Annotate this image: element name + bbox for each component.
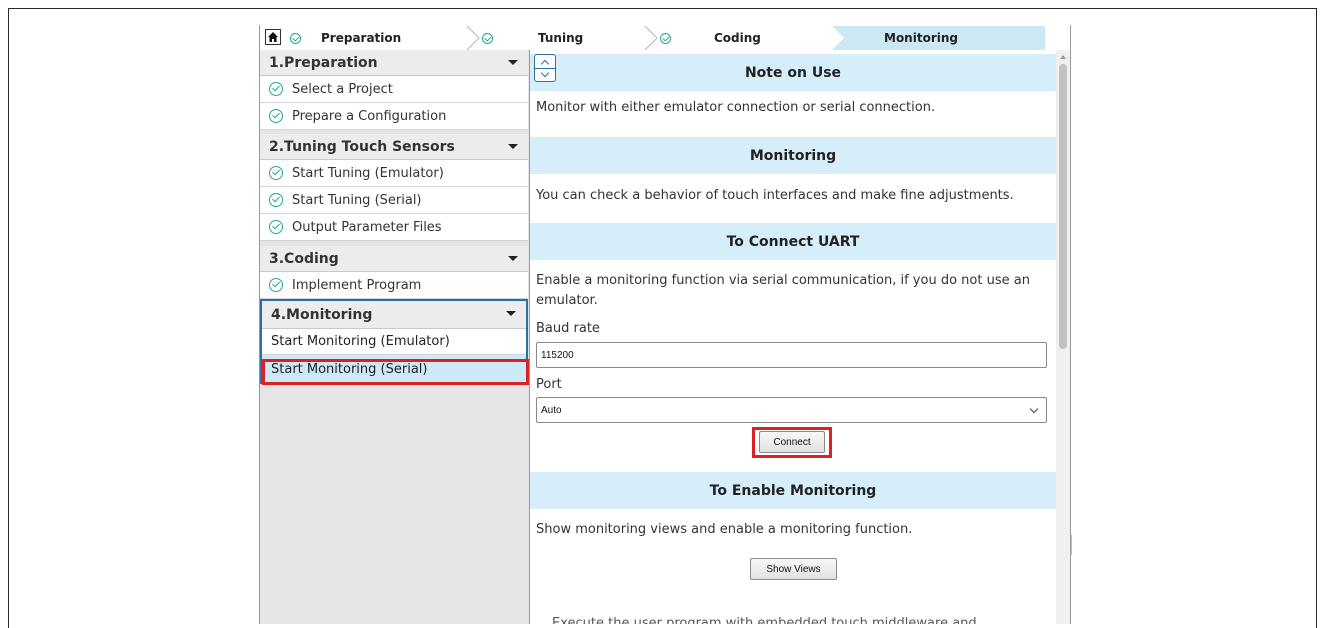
section-title: 4.Monitoring [271, 306, 373, 323]
section-heading: To Enable Monitoring [709, 482, 877, 499]
execute-text: Execute the user program with embedded t… [552, 616, 977, 624]
caret-down-icon [508, 256, 518, 261]
chevron-separator-icon [466, 26, 480, 50]
step-tuning[interactable]: Tuning [482, 26, 583, 50]
sidebar-item-label: Select a Project [292, 81, 393, 97]
section-header-tuning[interactable]: 2.Tuning Touch Sensors [260, 134, 528, 160]
check-circle-icon [269, 193, 283, 207]
sidebar-item-label: Output Parameter Files [292, 219, 442, 235]
connect-button[interactable]: Connect [759, 431, 825, 453]
scroll-up-arrow-icon[interactable] [1060, 55, 1066, 59]
enable-monitoring-header: To Enable Monitoring [530, 472, 1056, 509]
chevron-down-icon [540, 68, 550, 78]
check-circle-icon [269, 82, 283, 96]
check-icon [290, 32, 301, 44]
section-header-preparation[interactable]: 1.Preparation [260, 50, 528, 76]
port-label: Port [536, 377, 562, 392]
collapse-expand-button[interactable] [534, 54, 556, 82]
check-circle-icon [269, 278, 283, 292]
sidebar-item-label: Start Monitoring (Serial) [271, 361, 428, 377]
sidebar: 1.Preparation Select a Project Prepare a… [260, 50, 530, 624]
note-text: Monitor with either emulator connection … [536, 100, 936, 115]
uart-text: Enable a monitoring function via serial … [536, 273, 1030, 308]
home-button[interactable] [265, 29, 281, 45]
port-select-value: Auto [541, 404, 562, 416]
home-icon [268, 32, 278, 42]
check-circle-icon [269, 166, 283, 180]
step-coding[interactable]: Coding [660, 26, 761, 50]
step-label: Monitoring [884, 31, 958, 45]
sidebar-item-label: Prepare a Configuration [292, 108, 447, 124]
vertical-scrollbar[interactable] [1056, 50, 1070, 624]
sidebar-item-start-monitoring-emulator[interactable]: Start Monitoring (Emulator) [262, 329, 526, 355]
chevron-down-icon [1029, 404, 1039, 414]
sidebar-item-output-parameter-files[interactable]: Output Parameter Files [260, 214, 528, 241]
section-header-coding[interactable]: 3.Coding [260, 246, 528, 272]
sidebar-item-label: Start Tuning (Serial) [292, 192, 422, 208]
section-heading: Monitoring [749, 147, 837, 164]
monitoring-header: Monitoring [530, 137, 1056, 174]
chevron-separator-icon [644, 26, 658, 50]
check-icon [660, 32, 671, 44]
step-label: Coding [714, 31, 761, 45]
sidebar-item-start-monitoring-serial[interactable]: Start Monitoring (Serial) [262, 356, 526, 382]
divider [1071, 535, 1072, 555]
monitoring-text: You can check a behavior of touch interf… [536, 188, 1014, 203]
check-circle-icon [269, 109, 283, 123]
section-header-monitoring[interactable]: 4.Monitoring [262, 301, 526, 329]
baud-rate-input[interactable] [536, 342, 1047, 368]
monitoring-section: 4.Monitoring Start Monitoring (Emulator)… [260, 299, 528, 384]
sidebar-item-label: Start Tuning (Emulator) [292, 165, 444, 181]
step-bar: Preparation Tuning Coding Monitoring [260, 26, 1070, 50]
check-circle-icon [269, 220, 283, 234]
caret-down-icon [506, 311, 516, 316]
section-heading: To Connect UART [726, 233, 860, 250]
uart-header: To Connect UART [530, 223, 1056, 260]
sidebar-item-implement-program[interactable]: Implement Program [260, 272, 528, 299]
sidebar-item-select-project[interactable]: Select a Project [260, 76, 528, 103]
sidebar-item-start-tuning-serial[interactable]: Start Tuning (Serial) [260, 187, 528, 214]
note-header: Note on Use [530, 54, 1056, 91]
baud-rate-label: Baud rate [536, 321, 600, 336]
chevron-up-icon [540, 59, 550, 69]
step-monitoring[interactable]: Monitoring [884, 26, 958, 50]
enable-monitoring-text: Show monitoring views and enable a monit… [536, 522, 913, 537]
sidebar-item-start-tuning-emulator[interactable]: Start Tuning (Emulator) [260, 160, 528, 187]
step-label: Tuning [538, 31, 584, 45]
port-select[interactable]: Auto [536, 397, 1047, 423]
section-title: 3.Coding [269, 250, 339, 267]
step-preparation[interactable]: Preparation [290, 26, 401, 50]
sidebar-item-prepare-configuration[interactable]: Prepare a Configuration [260, 103, 528, 130]
caret-down-icon [508, 144, 518, 149]
section-heading: Note on Use [744, 64, 842, 81]
section-title: 2.Tuning Touch Sensors [269, 138, 455, 155]
check-icon [482, 32, 493, 44]
main-panel: Note on Use Monitor with either emulator… [530, 50, 1070, 624]
sidebar-item-label: Start Monitoring (Emulator) [271, 334, 450, 349]
step-label: Preparation [321, 31, 402, 45]
scrollbar-thumb[interactable] [1059, 64, 1067, 349]
section-title: 1.Preparation [269, 54, 378, 71]
caret-down-icon [508, 60, 518, 65]
sidebar-item-label: Implement Program [292, 277, 422, 293]
show-views-button[interactable]: Show Views [750, 558, 837, 580]
